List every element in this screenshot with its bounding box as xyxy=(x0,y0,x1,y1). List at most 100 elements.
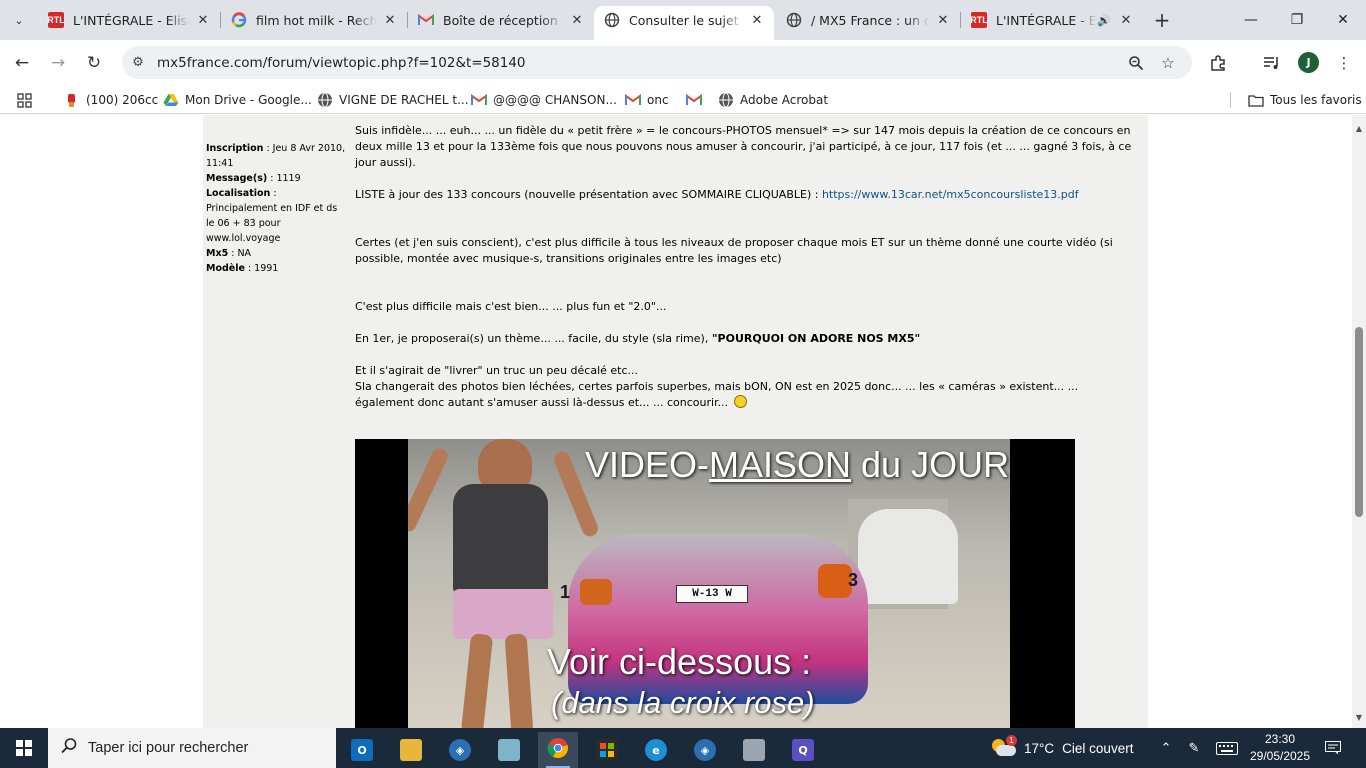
app-icon: ◈ xyxy=(449,739,471,761)
bookmark-item[interactable]: VIGNE DE RACHEL t... xyxy=(317,90,469,110)
browser-toolbar: ← → ↻ ⚙ mx5france.com/forum/viewtopic.ph… xyxy=(0,40,1366,86)
start-button[interactable] xyxy=(0,728,48,768)
page-viewport: Inscription : Jeu 8 Avr 2010, 11:41 Mess… xyxy=(0,115,1352,728)
app-icon: ◈ xyxy=(694,739,716,761)
weather-temp: 17°C xyxy=(1024,740,1055,756)
tab-title: film hot milk - Recher xyxy=(256,12,377,28)
tab-4-active[interactable]: Consulter le sujet - Co ✕ xyxy=(594,6,774,40)
vertical-scrollbar[interactable]: ▲ ▼ xyxy=(1352,115,1366,728)
gmail-icon xyxy=(418,12,434,28)
taskbar-store[interactable] xyxy=(587,732,627,768)
reload-button[interactable]: ↻ xyxy=(80,49,108,77)
chevron-up-icon[interactable]: ⌃ xyxy=(1154,728,1178,768)
scroll-up-arrow-icon[interactable]: ▲ xyxy=(1354,123,1364,133)
notepad-icon xyxy=(498,739,520,761)
app-icon: Q xyxy=(792,739,814,761)
tab-6[interactable]: RTL L'INTÉGRALE - Eli 🔊 ✕ xyxy=(961,6,1143,34)
site-info-icon[interactable]: ⚙ xyxy=(128,55,148,70)
profile-avatar[interactable]: J xyxy=(1298,52,1319,73)
address-bar[interactable]: ⚙ mx5france.com/forum/viewtopic.php?f=10… xyxy=(122,46,1192,79)
windows-logo-icon xyxy=(16,740,32,756)
tab-search-button[interactable]: ⌄ xyxy=(6,7,32,33)
gmail-icon xyxy=(625,92,641,108)
car-taillight xyxy=(580,579,612,605)
tab-title: / MX5 France : un con xyxy=(811,12,930,28)
search-placeholder: Taper ici pour rechercher xyxy=(88,740,249,756)
tab-5[interactable]: / MX5 France : un con ✕ xyxy=(776,6,960,34)
bookmark-label: @@@@ CHANSON... xyxy=(493,93,617,107)
bookmark-item[interactable]: Adobe Acrobat xyxy=(718,90,828,110)
post-paragraph: LISTE à jour des 133 concours (nouvelle … xyxy=(355,188,1079,201)
star-icon[interactable]: ☆ xyxy=(1158,53,1178,73)
weather-desc: Ciel couvert xyxy=(1062,740,1134,756)
post-paragraph: Suis infidèle... ... euh... ... un fidèl… xyxy=(355,124,1132,169)
weather-widget[interactable]: 1 17°C Ciel couvert xyxy=(990,728,1133,768)
back-button[interactable]: ← xyxy=(8,49,36,77)
rtl-icon: RTL xyxy=(47,12,65,28)
taskbar-outlook[interactable]: O xyxy=(342,732,382,768)
kebab-menu-icon[interactable]: ⋮ xyxy=(1332,51,1356,75)
scroll-down-arrow-icon[interactable]: ▼ xyxy=(1354,712,1364,722)
taskbar-app-8[interactable]: ◈ xyxy=(685,732,725,768)
post-paragraph: C'est plus difficile mais c'est bien... … xyxy=(355,300,667,313)
bookmark-item[interactable]: onc xyxy=(625,90,669,110)
address-url[interactable]: mx5france.com/forum/viewtopic.php?f=102&… xyxy=(157,55,526,71)
close-icon[interactable]: ✕ xyxy=(748,11,766,29)
close-icon[interactable]: ✕ xyxy=(1117,11,1135,29)
taskbar-search[interactable]: Taper ici pour rechercher xyxy=(48,728,336,768)
close-window-button[interactable]: ✕ xyxy=(1320,0,1366,40)
extensions-icon[interactable] xyxy=(1206,51,1230,75)
taskbar-chrome[interactable] xyxy=(538,732,578,768)
windows-taskbar: Taper ici pour rechercher O ◈ e ◈ Q 1 17… xyxy=(0,728,1366,768)
car-taillight xyxy=(818,564,852,598)
bookmark-item[interactable]: Mon Drive - Google... xyxy=(163,90,312,110)
bookmark-item[interactable]: (100) 206cc xyxy=(64,90,158,110)
tab-1[interactable]: RTL L'INTÉGRALE - Elisa, a ✕ xyxy=(38,6,220,34)
new-tab-button[interactable]: + xyxy=(1150,8,1174,32)
close-icon[interactable]: ✕ xyxy=(568,11,586,29)
bookmark-label: onc xyxy=(647,93,669,107)
person-body xyxy=(453,484,548,594)
bookmark-item[interactable]: @@@@ CHANSON... xyxy=(471,90,617,110)
post-paragraph: Sla changerait des photos bien léchées, … xyxy=(355,380,1079,409)
taskbar-edge[interactable]: e xyxy=(636,732,676,768)
speaker-icon[interactable]: 🔊 xyxy=(1097,13,1111,27)
person-shorts xyxy=(453,589,553,639)
keyboard-icon[interactable] xyxy=(1212,728,1242,768)
license-plate: W-13 W xyxy=(676,585,748,603)
forward-button[interactable]: → xyxy=(44,49,72,77)
globe-icon xyxy=(718,92,734,108)
notifications-icon[interactable] xyxy=(1320,728,1346,768)
taskbar-app-9[interactable] xyxy=(734,732,774,768)
bookmark-item[interactable] xyxy=(686,90,708,110)
tab-3[interactable]: Boîte de réception (15 ✕ xyxy=(408,6,594,34)
author-profile: Inscription : Jeu 8 Avr 2010, 11:41 Mess… xyxy=(206,141,346,276)
taskbar-app-4[interactable] xyxy=(489,732,529,768)
taskbar-app-10[interactable]: Q xyxy=(783,732,823,768)
minimize-button[interactable]: — xyxy=(1228,0,1274,40)
concours-list-link[interactable]: https://www.13car.net/mx5concoursliste13… xyxy=(822,188,1079,201)
profile-messages: Message(s) : 1119 xyxy=(206,173,301,184)
taskbar-app-3[interactable]: ◈ xyxy=(440,732,480,768)
profile-localisation: Localisation : Principalement en IDF et … xyxy=(206,188,338,244)
scrollbar-thumb[interactable] xyxy=(1355,327,1363,517)
tab-2[interactable]: film hot milk - Recher ✕ xyxy=(221,6,407,34)
system-clock[interactable]: 23:30 29/05/2025 xyxy=(1240,731,1320,765)
media-control-icon[interactable] xyxy=(1260,51,1284,75)
close-icon[interactable]: ✕ xyxy=(381,11,399,29)
bookmarks-separator xyxy=(1230,92,1231,108)
close-icon: ✕ xyxy=(1337,12,1349,28)
close-icon[interactable]: ✕ xyxy=(194,11,212,29)
taskbar-explorer[interactable] xyxy=(391,732,431,768)
pen-icon[interactable]: ✎ xyxy=(1182,728,1206,768)
all-bookmarks-button[interactable]: Tous les favoris xyxy=(1248,90,1362,110)
youtube-icon xyxy=(64,92,80,108)
apps-button[interactable] xyxy=(16,90,38,110)
close-icon[interactable]: ✕ xyxy=(934,11,952,29)
restore-button[interactable]: ❐ xyxy=(1274,0,1320,40)
video-thumbnail[interactable]: W-13 W 1 3 VIDEO-MAISON du JOUR Voir ci-… xyxy=(355,439,1075,728)
tab-strip: ⌄ RTL L'INTÉGRALE - Elisa, a ✕ film hot … xyxy=(0,0,1366,40)
zoom-icon[interactable] xyxy=(1126,53,1146,73)
gmail-icon xyxy=(471,92,487,108)
person-leg xyxy=(460,633,494,728)
